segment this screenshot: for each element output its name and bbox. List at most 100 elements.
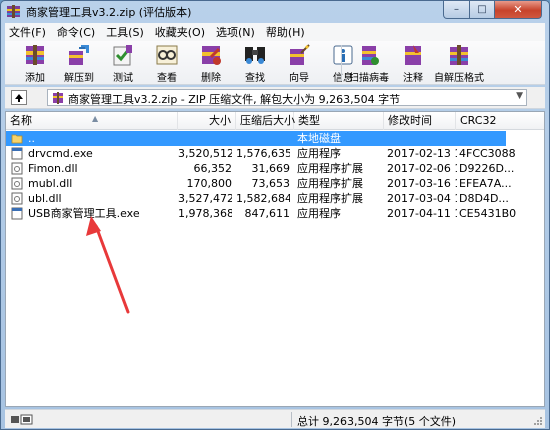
resize-grip-icon[interactable]	[533, 416, 543, 426]
toolbar-sfx-button[interactable]: 自解压格式	[431, 43, 487, 84]
find-icon	[245, 47, 265, 64]
window-title: 商家管理工具v3.2.zip (评估版本)	[26, 6, 192, 19]
toolbar-extract-button[interactable]: 解压到	[57, 43, 101, 84]
row-name: drvcmd.exe	[28, 147, 93, 160]
table-row[interactable]: ubl.dll 3,527,472 1,582,684 应用程序扩展 2017-…	[6, 191, 544, 206]
toolbar-wizard-button[interactable]: 向导	[277, 43, 321, 84]
row-size: 3,520,512	[178, 147, 232, 160]
dll-file-icon	[11, 162, 23, 175]
row-name: Fimon.dll	[28, 162, 78, 175]
menu-favorites[interactable]: 收藏夹(O)	[155, 24, 205, 40]
test-icon	[113, 45, 132, 66]
row-name: ..	[28, 132, 35, 145]
row-type: 本地磁盘	[297, 132, 341, 145]
toolbar-virus-scan-button[interactable]: 扫描病毒	[343, 43, 395, 84]
table-row[interactable]: Fimon.dll 66,352 31,669 应用程序扩展 2017-02-0…	[6, 161, 544, 176]
row-modified: 2017-02-13 1...	[387, 147, 457, 160]
column-type-header[interactable]: 类型	[294, 112, 384, 130]
toolbar-wizard-label: 向导	[289, 73, 309, 84]
status-summary: 总计 9,263,504 字节(5 个文件)	[297, 415, 457, 428]
row-crc: D9226D...	[459, 162, 515, 175]
row-type: 应用程序扩展	[297, 162, 363, 175]
row-name: mubl.dll	[28, 177, 73, 190]
folder-up-icon	[11, 134, 23, 144]
toolbar-add-button[interactable]: 添加	[13, 43, 57, 84]
sfx-icon	[450, 45, 468, 65]
exe-file-icon	[11, 147, 23, 160]
row-crc: 4FCC3088	[459, 147, 516, 160]
table-row[interactable]: drvcmd.exe 3,520,512 1,576,635 应用程序 2017…	[6, 146, 544, 161]
toolbar-virus-scan-label: 扫描病毒	[349, 73, 389, 84]
row-packed: 847,611	[244, 207, 291, 220]
row-packed: 1,576,635	[236, 147, 290, 160]
menu-help[interactable]: 帮助(H)	[266, 24, 305, 40]
column-name-label: 名称	[10, 114, 32, 127]
table-row[interactable]: USB商家管理工具.exe 1,978,368 847,611 应用程序 201…	[6, 206, 544, 221]
title-bar[interactable]: 商家管理工具v3.2.zip (评估版本) – □ ✕	[1, 1, 549, 22]
row-crc: EFEA7A...	[459, 177, 512, 190]
status-divider	[291, 412, 292, 427]
row-modified: 2017-02-06 1...	[387, 162, 457, 175]
path-text: 商家管理工具v3.2.zip - ZIP 压缩文件, 解包大小为 9,263,5…	[68, 93, 401, 106]
up-one-level-button[interactable]	[11, 90, 27, 105]
drive-status-icon[interactable]	[11, 414, 33, 425]
dll-file-icon	[11, 192, 23, 205]
column-modified-header[interactable]: 修改时间	[384, 112, 456, 130]
row-packed: 31,669	[251, 162, 291, 175]
row-modified: 2017-04-11 1...	[387, 207, 457, 220]
row-size: 3,527,472	[178, 192, 232, 205]
row-name: USB商家管理工具.exe	[28, 207, 140, 220]
menu-commands[interactable]: 命令(C)	[57, 24, 95, 40]
toolbar-delete-button[interactable]: 删除	[189, 43, 233, 84]
winrar-window: 商家管理工具v3.2.zip (评估版本) – □ ✕ 文件(F) 命令(C) …	[0, 0, 550, 430]
extract-to-icon	[69, 45, 89, 65]
table-row[interactable]: mubl.dll 170,800 73,653 应用程序扩展 2017-03-1…	[6, 176, 544, 191]
toolbar-sfx-label: 自解压格式	[434, 73, 484, 84]
row-packed: 1,582,684	[236, 192, 290, 205]
toolbar-test-label: 测试	[113, 73, 133, 84]
toolbar-delete-label: 删除	[201, 73, 221, 84]
toolbar-find-button[interactable]: 查找	[233, 43, 277, 84]
maximize-button[interactable]: □	[469, 1, 495, 19]
row-name: ubl.dll	[28, 192, 62, 205]
address-bar: 商家管理工具v3.2.zip - ZIP 压缩文件, 解包大小为 9,263,5…	[5, 87, 545, 109]
row-type: 应用程序	[297, 207, 341, 220]
toolbar-extract-label: 解压到	[64, 73, 94, 84]
view-icon	[156, 45, 178, 65]
row-crc: D8D4D...	[459, 192, 509, 205]
column-size-header[interactable]: 大小	[178, 112, 236, 130]
toolbar-test-button[interactable]: 测试	[101, 43, 145, 84]
zip-archive-icon	[53, 92, 63, 104]
column-name-header[interactable]: 名称 ▲	[6, 112, 178, 130]
path-dropdown-icon[interactable]: ▼	[516, 91, 523, 101]
toolbar-find-label: 查找	[245, 73, 265, 84]
toolbar-view-button[interactable]: 查看	[145, 43, 189, 84]
row-size: 1,978,368	[178, 207, 232, 220]
toolbar-comment-label: 注释	[403, 73, 423, 84]
menu-file[interactable]: 文件(F)	[9, 24, 46, 40]
toolbar: 添加 解压到 测试 查看 删除 查找 向导 信息 扫描病毒 注释 自解压格式	[5, 41, 545, 85]
menu-options[interactable]: 选项(N)	[216, 24, 255, 40]
path-field[interactable]: 商家管理工具v3.2.zip - ZIP 压缩文件, 解包大小为 9,263,5…	[47, 89, 527, 106]
row-type: 应用程序	[297, 147, 341, 160]
menu-tools[interactable]: 工具(S)	[106, 24, 144, 40]
row-size: 66,352	[193, 162, 233, 175]
toolbar-comment-button[interactable]: 注释	[391, 43, 435, 84]
row-crc: CE5431B0	[459, 207, 517, 220]
column-header-row: 名称 ▲ 大小 压缩后大小 类型 修改时间 CRC32	[6, 112, 544, 130]
row-packed: 73,653	[251, 177, 291, 190]
row-modified: 2017-03-04 1...	[387, 192, 457, 205]
winrar-app-icon[interactable]	[6, 4, 21, 19]
status-bar: 总计 9,263,504 字节(5 个文件)	[5, 409, 545, 428]
row-type: 应用程序扩展	[297, 177, 363, 190]
sort-indicator-icon: ▲	[92, 114, 99, 123]
row-modified: 2017-03-16 1...	[387, 177, 457, 190]
row-size: 170,800	[186, 177, 233, 190]
column-packed-header[interactable]: 压缩后大小	[236, 112, 295, 130]
close-button[interactable]: ✕	[494, 1, 542, 19]
table-row-parent[interactable]: .. 本地磁盘	[6, 131, 506, 146]
column-crc-header[interactable]: CRC32	[456, 112, 544, 130]
delete-icon	[202, 46, 221, 65]
row-type: 应用程序扩展	[297, 192, 363, 205]
minimize-button[interactable]: –	[443, 1, 470, 19]
